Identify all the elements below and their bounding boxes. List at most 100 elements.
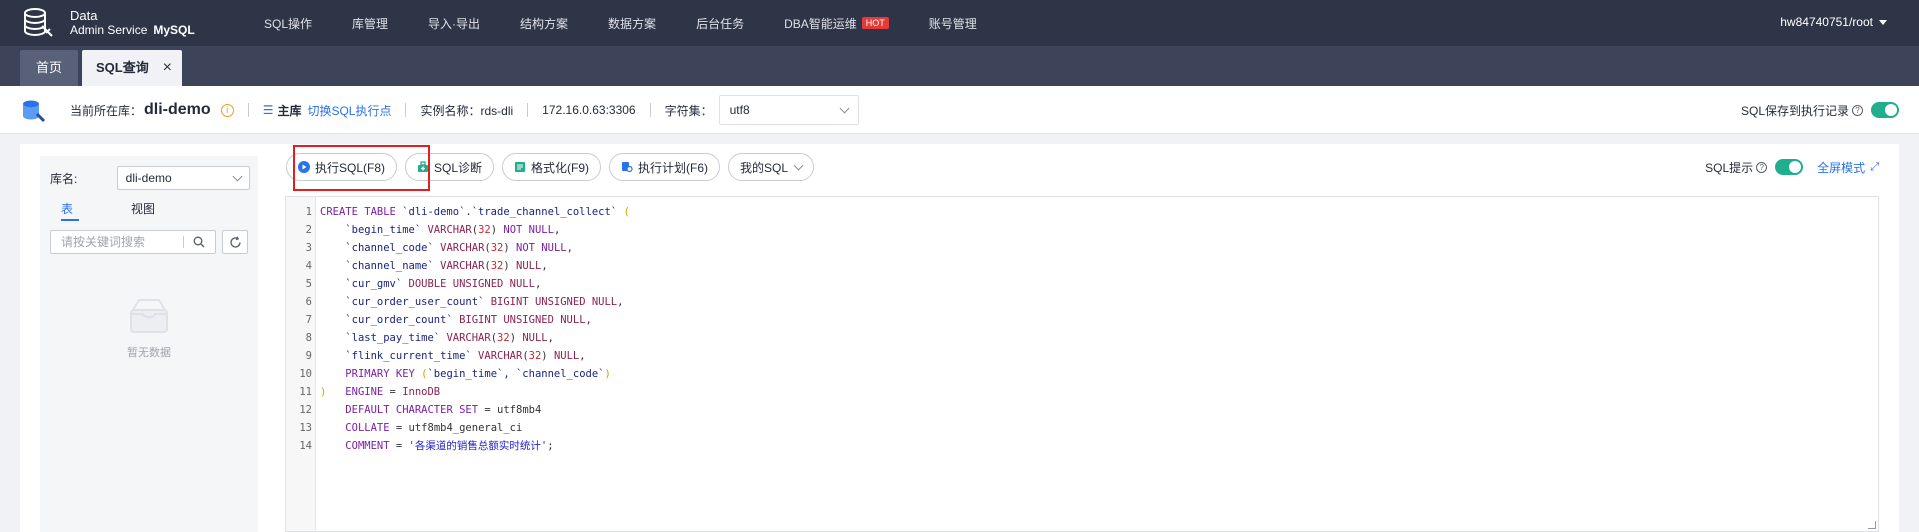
switch-execution-point-link[interactable]: 切换SQL执行点 xyxy=(307,102,391,119)
instance-name: 实例名称：rds-dli xyxy=(420,103,514,118)
execution-plan-button[interactable]: 执行计划(F6) xyxy=(609,153,721,181)
menu-item-db-manage[interactable]: 库管理 xyxy=(352,15,388,32)
keyword: NOT NULL xyxy=(509,242,567,254)
search-input[interactable] xyxy=(51,231,183,253)
menu-item-accounts[interactable]: 账号管理 xyxy=(929,15,977,32)
keyword: CREATE TABLE xyxy=(320,206,396,218)
empty-box-icon xyxy=(130,299,168,333)
expand-icon: ⤢ xyxy=(1870,160,1879,173)
paren: ( xyxy=(623,206,630,218)
fullscreen-button[interactable]: 全屏模式 ⤢ xyxy=(1817,159,1879,176)
tab-tables[interactable]: 表 xyxy=(50,200,120,222)
info-icon[interactable]: i xyxy=(220,103,234,117)
my-sql-dropdown[interactable]: 我的SQL xyxy=(728,153,815,181)
help-icon[interactable]: ? xyxy=(1852,104,1863,116)
charset-select[interactable]: utf8 xyxy=(718,95,859,125)
comment-string: '各渠道的销售总额实时统计' xyxy=(408,440,548,452)
code-line: 13 COLLATE = utf8mb4_general_ci xyxy=(286,419,630,437)
line-number: 7 xyxy=(305,314,312,326)
column-name: `flink_current_time` xyxy=(345,350,472,362)
highlight-box xyxy=(293,145,430,191)
sql-diagnose-label: SQL诊断 xyxy=(434,160,483,175)
instance-address: 172.16.0.63:3306 xyxy=(542,103,636,117)
line-number: 4 xyxy=(305,260,312,272)
code-line: 10 PRIMARY KEY (`begin_time`, `channel_c… xyxy=(286,365,630,383)
line-number: 12 xyxy=(299,404,312,416)
tab-sql-query[interactable]: SQL查询 × xyxy=(82,50,182,86)
tab-views[interactable]: 视图 xyxy=(120,200,190,222)
master-label: 主库 xyxy=(277,103,302,118)
db-select-row: 库名: dli-demo xyxy=(50,166,250,190)
caret-down-icon xyxy=(1879,19,1887,25)
line-number: 8 xyxy=(305,332,312,344)
menu-item-schema[interactable]: 结构方案 xyxy=(520,15,568,32)
menu-item-sql-ops[interactable]: SQL操作 xyxy=(264,15,312,32)
keyword: NULL xyxy=(547,350,580,362)
line-number: 14 xyxy=(299,440,312,452)
main-panel: 库名: dli-demo 表 视图 暂无数据 xyxy=(20,144,1899,532)
current-db-label: 当前所在库： xyxy=(70,103,143,118)
help-icon[interactable]: ? xyxy=(1756,161,1768,173)
resize-handle[interactable] xyxy=(1868,521,1876,529)
number: 32 xyxy=(528,350,542,362)
database-icon xyxy=(23,100,46,123)
keyword: NULL xyxy=(509,260,542,272)
hot-badge: HOT xyxy=(861,17,889,29)
code-line: 1 CREATE TABLE `dli-demo`.`trade_channel_… xyxy=(286,203,630,221)
user-menu[interactable]: hw84740751/root xyxy=(1780,15,1887,29)
object-search xyxy=(50,230,216,254)
divider xyxy=(527,103,529,117)
top-nav: Data Admin Service MySQL SQL操作 库管理 导入·导出 … xyxy=(0,0,1919,46)
code-line: 2 `begin_time` VARCHAR(32) NOT NULL, xyxy=(286,221,630,239)
format-icon xyxy=(514,161,526,173)
line-number: 1 xyxy=(305,206,312,218)
code-line: 9 `flink_current_time` VARCHAR(32) NULL, xyxy=(286,347,630,365)
db-label: 库名: xyxy=(50,171,78,186)
column-name: `cur_order_user_count` xyxy=(345,296,485,308)
code-line: 4 `channel_name` VARCHAR(32) NULL, xyxy=(286,257,630,275)
format-button[interactable]: 格式化(F9) xyxy=(502,153,602,181)
brand-engine: MySQL xyxy=(153,23,195,37)
keyword: NULL xyxy=(516,332,548,344)
save-history-label: SQL保存到执行记录 xyxy=(1740,103,1849,118)
menu-item-dba-ops[interactable]: DBA智能运维 HOT xyxy=(784,15,889,32)
value: utf8mb4 xyxy=(497,404,542,416)
charset-label: 字符集： xyxy=(664,103,713,118)
code-area: 1 CREATE TABLE `dli-demo`.`trade_channel_… xyxy=(286,203,630,455)
menu-item-background-tasks[interactable]: 后台任务 xyxy=(696,15,744,32)
brand-title: Data xyxy=(70,8,98,23)
keyword: ENGINE xyxy=(345,386,384,398)
keyword: PRIMARY KEY xyxy=(345,368,422,380)
column-name: `channel_code` xyxy=(345,242,434,254)
tab-sql-query-label: SQL查询 xyxy=(96,60,149,75)
value: InnoDB xyxy=(402,386,441,398)
menu-item-import-export[interactable]: 导入·导出 xyxy=(428,15,480,32)
database-logo-icon xyxy=(24,8,53,37)
code-line: 7 `cur_order_count` BIGINT UNSIGNED NULL… xyxy=(286,311,630,329)
sql-hint-toggle[interactable] xyxy=(1775,159,1804,175)
save-history-toggle[interactable] xyxy=(1871,102,1899,118)
keyword: COLLATE xyxy=(345,422,390,434)
close-icon[interactable]: × xyxy=(163,50,172,86)
keyword: NOT NULL xyxy=(497,224,554,236)
current-db-name: dli-demo xyxy=(144,101,211,118)
type: VARCHAR xyxy=(471,350,523,362)
line-number: 3 xyxy=(305,242,312,254)
type: VARCHAR xyxy=(433,242,485,254)
type: VARCHAR xyxy=(440,332,491,344)
tab-tables-label: 表 xyxy=(61,202,80,221)
db-select[interactable]: dli-demo xyxy=(116,166,250,190)
key-columns: `begin_time`, `channel_code` xyxy=(427,368,605,380)
search-icon[interactable] xyxy=(184,231,215,253)
tab-home[interactable]: 首页 xyxy=(20,50,78,86)
sql-editor[interactable]: 1 CREATE TABLE `dli-demo`.`trade_channel_… xyxy=(285,196,1879,532)
code-line: 3 `channel_code` VARCHAR(32) NOT NULL, xyxy=(286,239,630,257)
type: DOUBLE UNSIGNED NULL xyxy=(402,278,535,290)
refresh-button[interactable] xyxy=(222,230,248,254)
sql-hint-label: SQL提示 xyxy=(1705,160,1754,175)
menu-item-data-plan[interactable]: 数据方案 xyxy=(608,15,656,32)
plan-icon xyxy=(621,161,633,173)
execution-plan-label: 执行计划(F6) xyxy=(638,160,709,175)
fullscreen-label: 全屏模式 xyxy=(1817,160,1866,175)
type: BIGINT UNSIGNED NULL xyxy=(452,314,586,326)
